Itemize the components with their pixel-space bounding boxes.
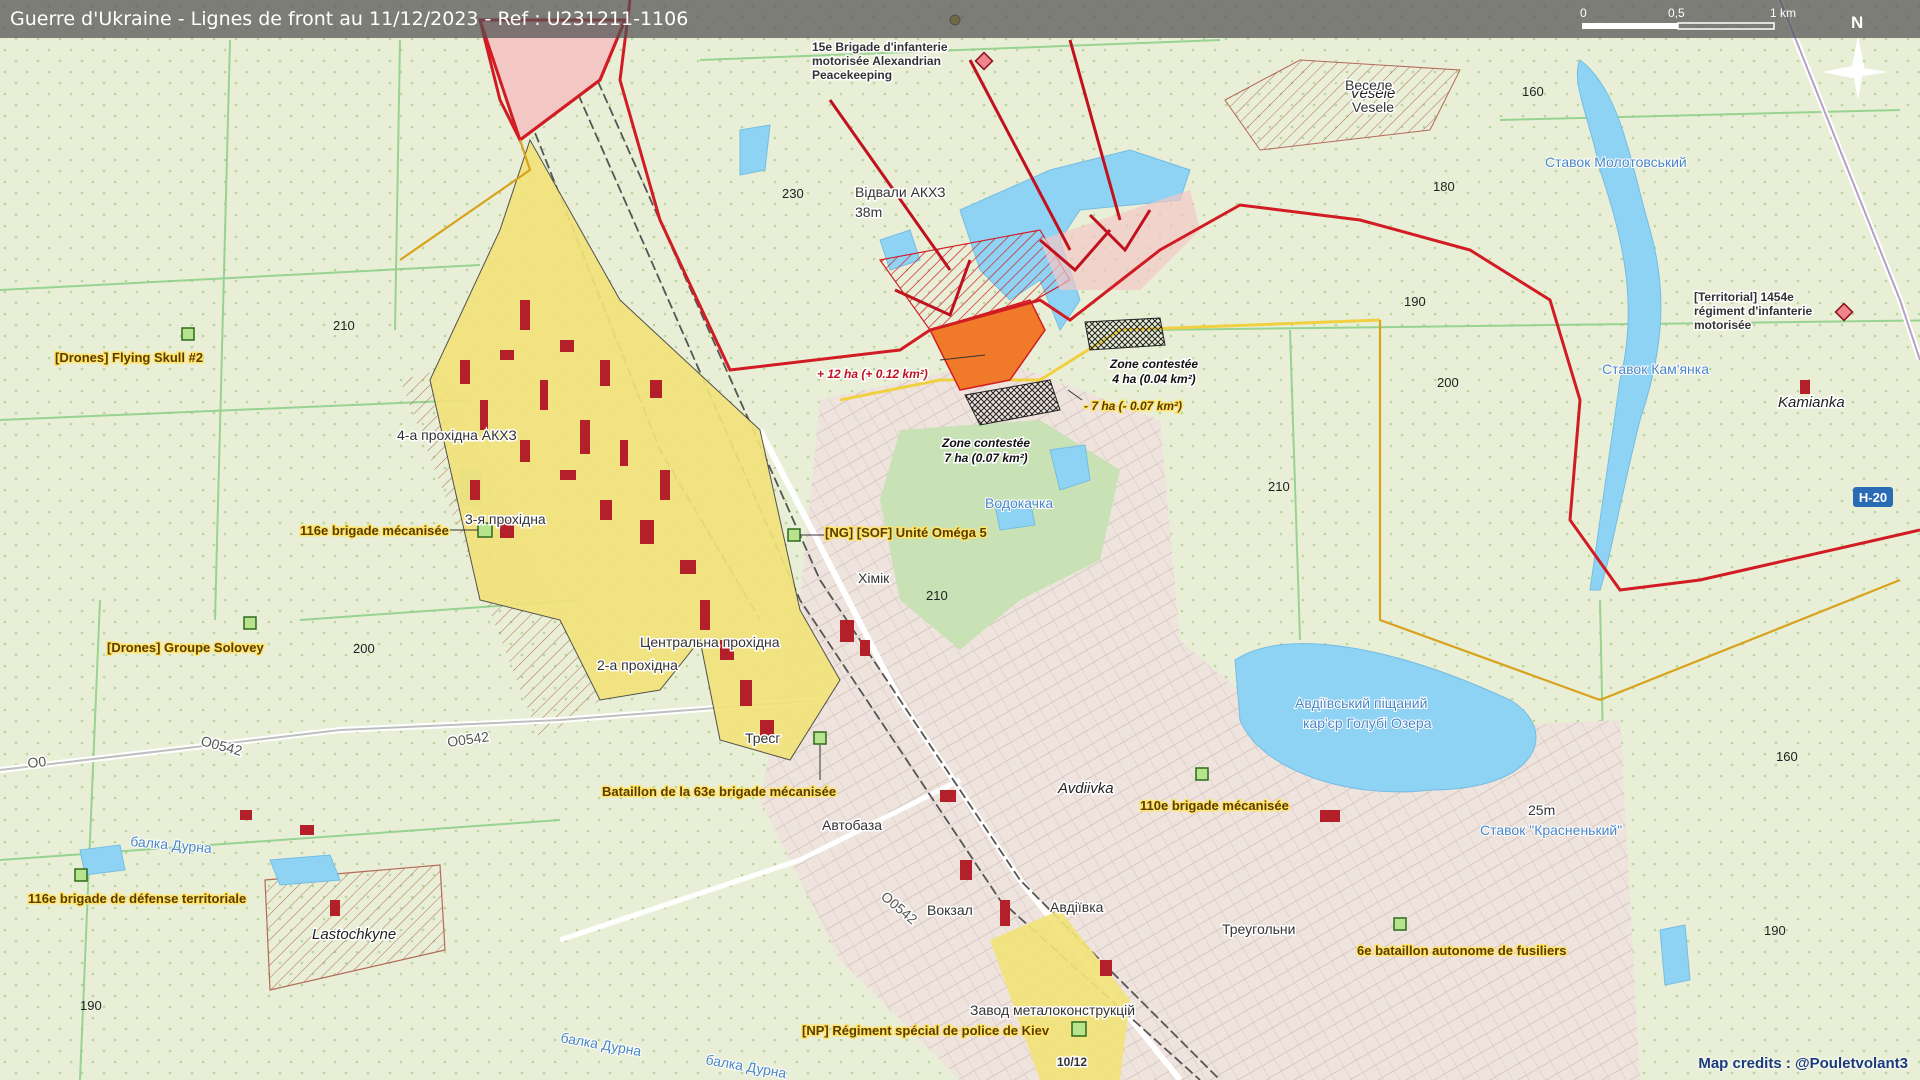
water-krasn: Ставок "Красненький" xyxy=(1480,822,1622,838)
elevation-label: 190 xyxy=(1764,923,1786,938)
elevation-label: 180 xyxy=(1433,179,1455,194)
place-avdiivka-cyr: Авдіївка xyxy=(1050,899,1104,915)
scale-half: 0,5 xyxy=(1668,6,1685,20)
place-height-25: 25m xyxy=(1528,802,1555,818)
water-vodokachka: Водокачка xyxy=(985,495,1053,511)
water-molot: Ставок Молотовський xyxy=(1545,154,1687,170)
map-credits: Map credits : @Pouletvolant3 xyxy=(1698,1055,1908,1072)
place-vokzal: Вокзал xyxy=(927,902,973,918)
unit-label-110-mech: 110e brigade mécanisée xyxy=(1140,798,1289,813)
place-vesele-cyr1: Веселе xyxy=(1345,77,1393,93)
zone-1-title: Zone contestée xyxy=(1109,357,1198,371)
elevation-label: 160 xyxy=(1522,84,1544,99)
unit-label-bat63: Bataillon de la 63e brigade mécanisée xyxy=(602,784,836,799)
title-bar: Guerre d'Ukraine - Lignes de front au 11… xyxy=(0,0,1920,38)
road-shield-label: H-20 xyxy=(1859,490,1887,505)
gain-label: + 12 ha (+ 0.12 km²) xyxy=(817,367,928,381)
ru-unit-1454-line3: motorisée xyxy=(1694,318,1752,332)
place-vesele-cyr2: Vesele xyxy=(1352,99,1394,115)
elevation-label: 190 xyxy=(1404,294,1426,309)
ru-unit-1454-line1: [Territorial] 1454e xyxy=(1694,290,1794,304)
unit-label-flying-skull: [Drones] Flying Skull #2 xyxy=(55,350,203,365)
place-vidvaly-height: 38m xyxy=(855,204,882,220)
scale-one: 1 km xyxy=(1770,6,1796,20)
road-o0: O0 xyxy=(27,753,47,771)
contested-zone-1 xyxy=(1084,317,1166,351)
unit-label-solovey: [Drones] Groupe Solovey xyxy=(107,640,265,655)
unit-label-police: [NP] Régiment spécial de police de Kiev xyxy=(802,1023,1050,1038)
zone-2-area: 7 ha (0.07 km²) xyxy=(944,451,1027,465)
place-avtobaza: Автобаза xyxy=(822,817,882,833)
place-zavod: Завод металоконструкцій xyxy=(970,1002,1135,1018)
place-lastochkyne: Lastochkyne xyxy=(312,926,396,943)
place-vidvaly: Відвали АКХЗ xyxy=(855,184,946,200)
elevation-label: 210 xyxy=(926,588,948,603)
ru-unit-15-line1: 15e Brigade d'infanterie xyxy=(812,40,948,54)
map-canvas[interactable]: H-20 [Drones] Flying Skull #2 116e briga… xyxy=(0,0,1920,1080)
date-marker: 10/12 xyxy=(1057,1055,1087,1069)
unit-label-omega: [NG] [SOF] Unité Oméga 5 xyxy=(825,525,987,540)
north-label: N xyxy=(1851,13,1863,32)
elevation-label: 210 xyxy=(1268,479,1290,494)
place-kamianka: Kamianka xyxy=(1778,394,1845,411)
zone-1-area: 4 ha (0.04 km²) xyxy=(1111,372,1195,386)
elevation-label: 200 xyxy=(353,641,375,656)
elevation-label: 160 xyxy=(1776,749,1798,764)
zone-2-title: Zone contestée xyxy=(941,436,1030,450)
place-central: Центральна прохідна xyxy=(640,634,780,650)
place-treugolni: Треугольни xyxy=(1222,921,1295,937)
unit-label-116-td: 116e brigade de défense territoriale xyxy=(28,891,246,906)
elevation-label: 230 xyxy=(782,186,804,201)
unit-label-bat6: 6e bataillon autonome de fusiliers xyxy=(1357,943,1567,958)
place-khimik: Хімік xyxy=(858,570,890,586)
elevation-label: 210 xyxy=(333,318,355,333)
ru-unit-15-line2: motorisée Alexandrian xyxy=(812,54,941,68)
loss-label: - 7 ha (- 0.07 km²) xyxy=(1084,399,1182,413)
unit-label-116-mech: 116e brigade mécanisée xyxy=(300,523,449,538)
elevation-label: 200 xyxy=(1437,375,1459,390)
place-akhz: 4-а прохідна АКХЗ xyxy=(397,427,517,443)
place-prokh3: 3-я прохідна xyxy=(465,511,546,527)
water-kar2: кар'єр Голубі Озера xyxy=(1303,715,1432,731)
water-kamianka: Ставок Кам'янка xyxy=(1602,361,1709,377)
place-tres: Тресг xyxy=(745,730,780,746)
scale-and-north: 0 0,5 1 km N xyxy=(1580,6,1863,32)
water-kar1: Авдіївський піщаний xyxy=(1295,695,1427,711)
ru-unit-15-line3: Peacekeeping xyxy=(812,68,892,82)
ru-unit-1454-line2: régiment d'infanterie xyxy=(1694,304,1813,318)
place-prokh2: 2-а прохідна xyxy=(597,657,678,673)
place-avdiivka: Avdiivka xyxy=(1057,780,1114,797)
map-title: Guerre d'Ukraine - Lignes de front au 11… xyxy=(10,8,689,30)
scale-zero: 0 xyxy=(1580,6,1587,20)
elevation-label: 190 xyxy=(80,998,102,1013)
